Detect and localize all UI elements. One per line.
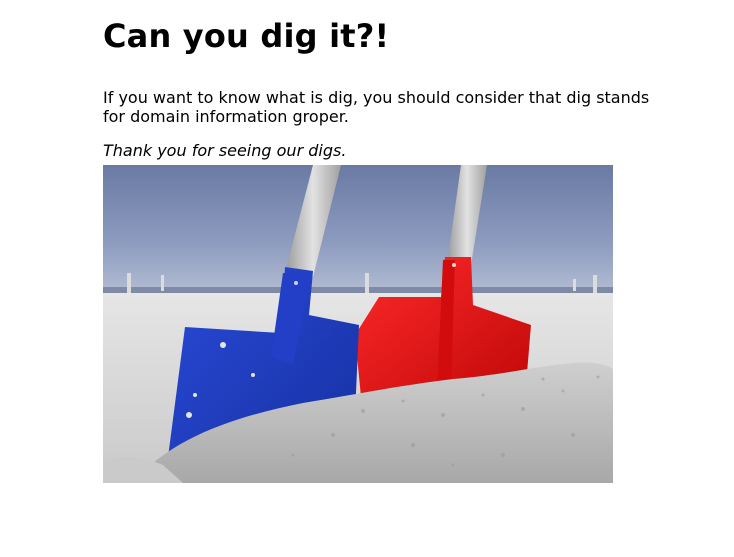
sky-region — [103, 165, 613, 295]
intro-paragraph: If you want to know what is dig, you sho… — [103, 88, 650, 126]
page-title: Can you dig it?! — [103, 17, 390, 55]
page-content: Can you dig it?! If you want to know wha… — [103, 0, 663, 160]
shovels-photo — [103, 165, 613, 483]
thanks-paragraph: Thank you for seeing our digs. — [103, 141, 347, 160]
